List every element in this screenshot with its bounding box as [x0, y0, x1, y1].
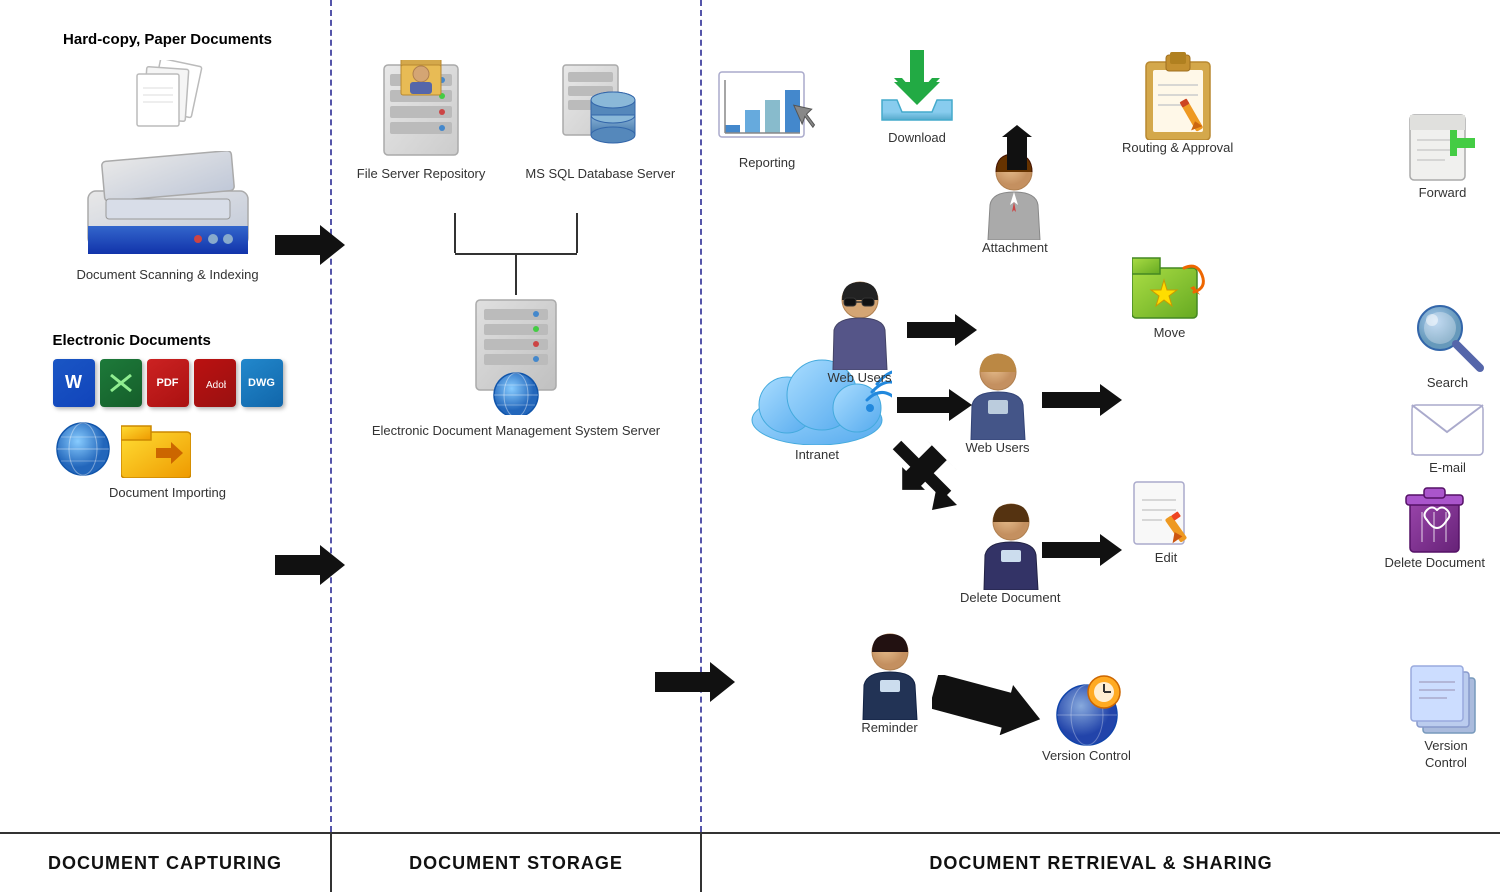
attachment-up-arrow	[1002, 125, 1032, 175]
webusers3-arrow	[1042, 530, 1122, 575]
search-item: Search	[1410, 300, 1485, 390]
intranet-label: Intranet	[795, 447, 839, 462]
intranet-to-users-arrow	[897, 385, 972, 430]
capture-column: Hard-copy, Paper Documents	[0, 0, 330, 832]
reporting-label: Reporting	[739, 155, 795, 170]
folder-yellow-icon	[121, 420, 191, 478]
storage-connector	[454, 213, 578, 295]
routing-label: Routing & Approval	[1122, 140, 1233, 157]
webusers1-icon	[822, 280, 897, 370]
edit-label: Edit	[1155, 550, 1177, 565]
reporting-icon	[717, 70, 817, 155]
download-icon	[872, 40, 962, 130]
bottom-labels: DOCUMENT CAPTURING DOCUMENT STORAGE DOCU…	[0, 832, 1500, 892]
webusers4-item: Reminder	[852, 630, 927, 737]
electronic-section: Electronic Documents W PDF Adobe	[53, 332, 283, 500]
forward-item: Forward	[1405, 110, 1480, 200]
svg-text:Adobe: Adobe	[206, 380, 226, 391]
reminder-label: Version Control	[1042, 748, 1131, 763]
retrieval-column: Intranet Reporting	[700, 0, 1500, 832]
search-label: Search	[1427, 375, 1468, 390]
webusers3-icon	[973, 500, 1048, 590]
electronic-label: Electronic Documents	[53, 332, 283, 349]
webusers4-label: Reminder	[861, 720, 917, 737]
edms-icon	[456, 295, 576, 415]
connector-lines	[454, 213, 578, 253]
download-label: Download	[888, 130, 946, 145]
database-item: MS SQL Database Server	[525, 60, 675, 183]
storage-to-retrieval-arrow	[655, 657, 735, 712]
storage-column: File Server Repository	[330, 0, 700, 832]
forward-label: Forward	[1419, 185, 1467, 200]
right-vline	[576, 213, 578, 253]
main-content: Hard-copy, Paper Documents	[0, 0, 1500, 832]
pdf-icon: PDF	[147, 359, 189, 407]
mid-vline	[515, 255, 517, 295]
search-icon	[1410, 300, 1485, 375]
webusers1-item: Web Users	[822, 280, 897, 387]
reminder-item: Version Control	[1042, 670, 1131, 763]
version-label: VersionControl	[1424, 738, 1467, 772]
webusers1-arrow	[907, 310, 977, 355]
file-formats: W PDF Adobe DWG	[53, 359, 283, 407]
database-icon	[558, 60, 643, 160]
delete-item: Delete Document	[1385, 480, 1485, 572]
diagram-container: Hard-copy, Paper Documents	[0, 0, 1500, 892]
email-label: E-mail	[1429, 460, 1466, 475]
storage-layout: File Server Repository	[347, 20, 685, 440]
storage-bottom-label: DOCUMENT STORAGE	[330, 834, 700, 892]
word-icon: W	[53, 359, 95, 407]
fileserver-label: File Server Repository	[357, 166, 486, 183]
version-item: VersionControl	[1407, 660, 1485, 772]
move-label: Move	[1154, 325, 1186, 340]
adobe-icon: Adobe	[194, 359, 236, 407]
forward-icon	[1405, 110, 1480, 185]
webusers1-label: Web Users	[827, 370, 891, 387]
reminder-icon	[1049, 670, 1124, 748]
fileserver-item: File Server Repository	[357, 60, 486, 183]
importing-label: Document Importing	[53, 485, 283, 500]
webusers3-label: Delete Document	[960, 590, 1060, 607]
edms-label: Electronic Document Management System Se…	[372, 423, 660, 440]
routing-icon	[1138, 50, 1218, 140]
excel-icon	[100, 359, 142, 407]
storage-top-row: File Server Repository	[357, 60, 675, 183]
webusers4-icon	[852, 630, 927, 720]
intranet-down-arrow	[887, 440, 977, 520]
attachment-label: Attachment	[982, 240, 1048, 255]
edms-item: Electronic Document Management System Se…	[372, 295, 660, 440]
edit-icon	[1132, 480, 1200, 550]
routing-item: Routing & Approval	[1122, 50, 1233, 157]
globe-icon	[53, 419, 113, 479]
webusers4-arrow	[932, 675, 1042, 740]
paper-docs-icon	[63, 60, 272, 135]
email-icon	[1410, 400, 1485, 460]
reporting-item: Reporting	[717, 70, 817, 170]
electronic-to-storage-arrow	[275, 540, 345, 595]
email-item: E-mail	[1410, 400, 1485, 475]
hardcopy-section: Hard-copy, Paper Documents	[63, 30, 272, 143]
importing-icons	[53, 419, 283, 479]
version-icon	[1407, 660, 1485, 738]
delete-icon	[1402, 480, 1467, 555]
left-vline	[454, 213, 456, 253]
retrieval-bottom-label: DOCUMENT RETRIEVAL & SHARING	[700, 834, 1500, 892]
fileserver-icon	[376, 60, 466, 160]
capture-to-storage-arrow	[275, 220, 345, 275]
retrieval-layout: Intranet Reporting	[712, 20, 1490, 800]
webusers2-arrow	[1042, 380, 1122, 425]
move-item: Move	[1132, 250, 1207, 340]
hardcopy-label: Hard-copy, Paper Documents	[63, 30, 272, 50]
dwg-icon: DWG	[241, 359, 283, 407]
move-icon	[1132, 250, 1207, 325]
scanning-label: Document Scanning & Indexing	[76, 267, 258, 282]
scanner-icon	[78, 151, 258, 261]
database-label: MS SQL Database Server	[525, 166, 675, 183]
edit-item: Edit	[1132, 480, 1200, 565]
delete-label: Delete Document	[1385, 555, 1485, 572]
capture-bottom-label: DOCUMENT CAPTURING	[0, 834, 330, 892]
download-item: Download	[872, 40, 962, 145]
